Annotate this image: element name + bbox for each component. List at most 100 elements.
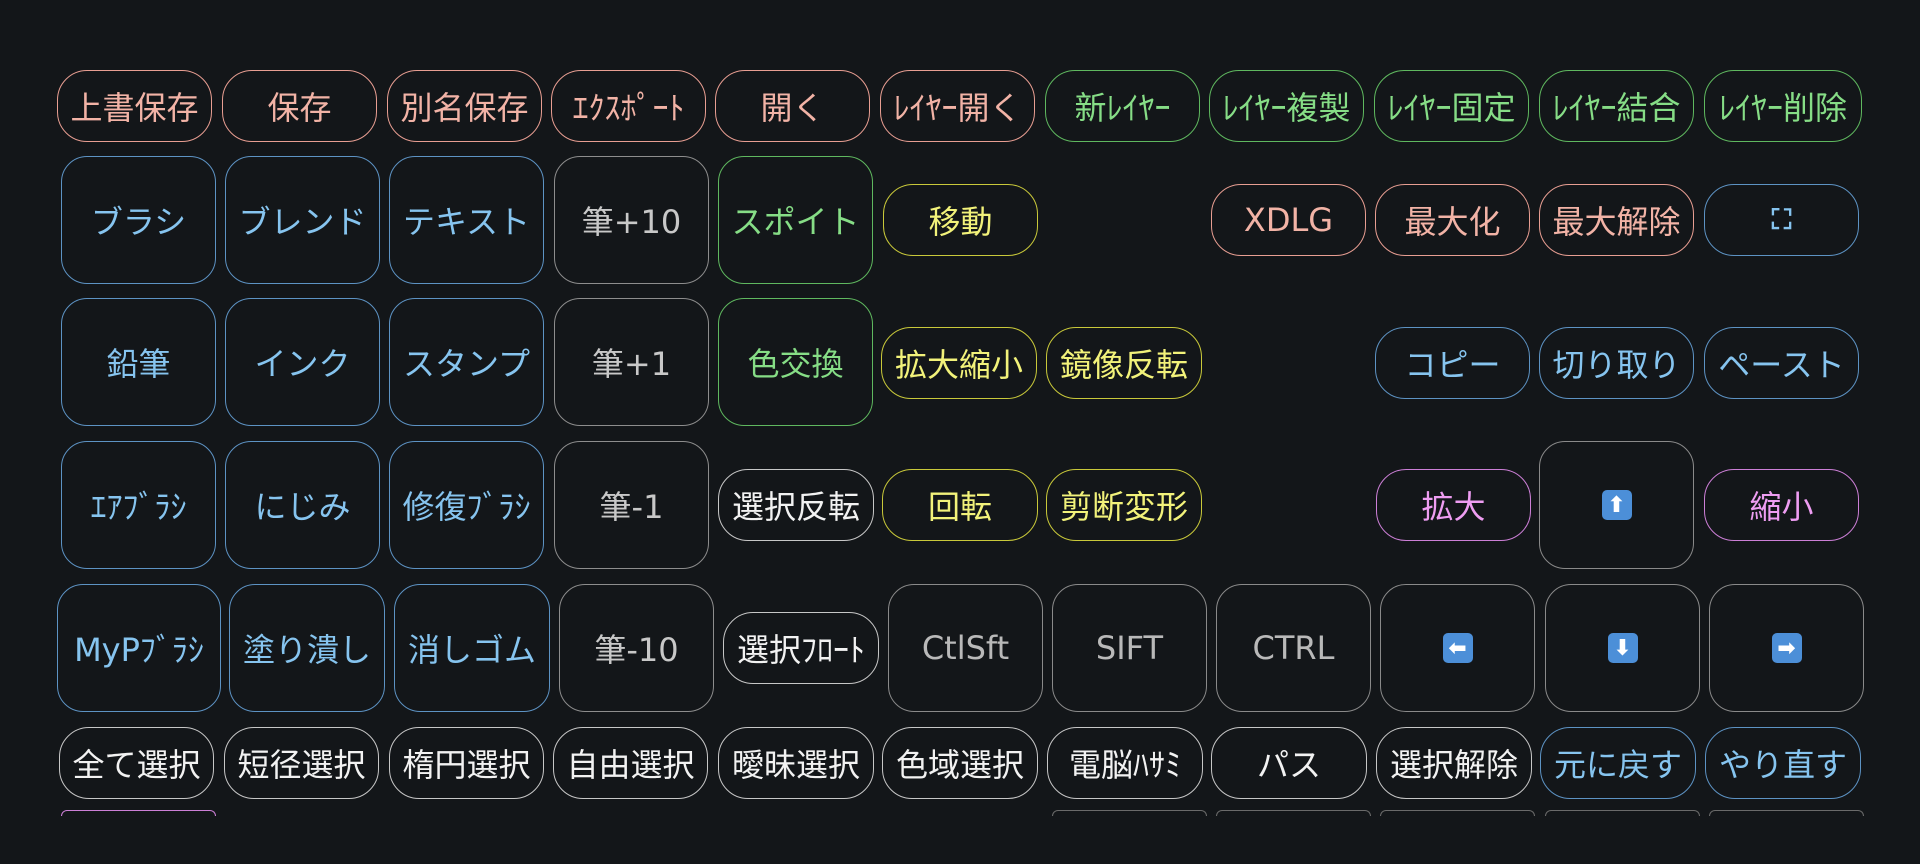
fullscreen-button[interactable]: ⛶ [1704,184,1859,256]
arrow-right-button[interactable]: ➡ [1709,584,1864,712]
stamp-button[interactable]: スタンプ [389,298,544,426]
delete-layer-button[interactable]: ﾚｲﾔｰ削除 [1704,70,1862,142]
shift-button[interactable]: SIFT [1052,584,1207,712]
rotate-button[interactable]: 回転 [882,469,1038,541]
airbrush-button[interactable]: ｴｱﾌﾞﾗｼ [61,441,216,569]
blur-button[interactable]: にじみ [225,441,380,569]
pencil-label: 鉛筆 [106,345,171,383]
ink-button[interactable]: インク [225,298,380,426]
open-layer-label: ﾚｲﾔｰ開く [893,89,1022,127]
color-select-label: 色域選択 [895,746,1024,784]
brush-plus-10-label: 筆+10 [581,203,682,241]
arrow-right-icon: ➡ [1771,633,1802,663]
float-selection-button[interactable]: 選択ﾌﾛｰﾄ [723,612,879,684]
paste-label: ペースト [1718,346,1845,384]
fill-label: 塗り潰し [242,631,371,669]
fuzzy-select-label: 曖昧選択 [731,746,860,784]
lock-layer-button[interactable]: ﾚｲﾔｰ固定 [1374,70,1529,142]
maximize-button[interactable]: 最大化 [1375,184,1530,256]
merge-layer-button[interactable]: ﾚｲﾔｰ結合 [1539,70,1694,142]
healing-brush-button[interactable]: 修復ﾌﾞﾗｼ [389,441,544,569]
ctrl-shift-button[interactable]: CtlSft [888,584,1043,712]
new-layer-button[interactable]: 新ﾚｲﾔｰ [1045,70,1200,142]
clipped-row-key[interactable] [1380,810,1535,816]
invert-selection-label: 選択反転 [731,488,860,526]
rect-select-button[interactable]: 短径選択 [224,727,379,799]
arrow-up-button[interactable]: ⬆ [1539,441,1694,569]
deselect-label: 選択解除 [1389,746,1518,784]
overwrite-save-button[interactable]: 上書保存 [57,70,212,142]
eraser-button[interactable]: 消しゴム [394,584,550,712]
mirror-label: 鏡像反転 [1059,346,1188,384]
new-layer-label: 新ﾚｲﾔｰ [1074,89,1171,127]
brush-plus-1-button[interactable]: 筆+1 [554,298,709,426]
open-layer-button[interactable]: ﾚｲﾔｰ開く [880,70,1035,142]
invert-selection-button[interactable]: 選択反転 [718,469,874,541]
copy-button[interactable]: コピー [1375,327,1530,399]
move-button[interactable]: 移動 [883,184,1038,256]
zoom-in-button[interactable]: 拡大 [1376,469,1531,541]
save-as-button[interactable]: 別名保存 [387,70,542,142]
save-label: 保存 [267,89,332,127]
color-select-button[interactable]: 色域選択 [882,727,1038,799]
brush-plus-10-button[interactable]: 筆+10 [554,156,709,284]
blend-label: ブレンド [238,203,367,241]
brush-button[interactable]: ブラシ [61,156,216,284]
overwrite-save-label: 上書保存 [70,89,199,127]
my-brush-button[interactable]: MyPﾌﾞﾗｼ [57,584,221,712]
xdlg-button[interactable]: XDLG [1211,184,1366,256]
free-select-button[interactable]: 自由選択 [553,727,708,799]
maximize-label: 最大化 [1404,203,1501,241]
mirror-button[interactable]: 鏡像反転 [1046,327,1202,399]
scale-button[interactable]: 拡大縮小 [881,327,1037,399]
blend-button[interactable]: ブレンド [225,156,380,284]
clipped-row-key[interactable] [1052,810,1207,816]
select-all-button[interactable]: 全て選択 [59,727,214,799]
pencil-button[interactable]: 鉛筆 [61,298,216,426]
shortcut-keypad: 上書保存 保存 別名保存 ｴｸｽﾎﾟｰﾄ 開く ﾚｲﾔｰ開く 新ﾚｲﾔｰ ﾚｲﾔｰ複製 ﾚｲﾔｰ… [0,0,1920,864]
text-button[interactable]: テキスト [389,156,544,284]
arrow-left-button[interactable]: ⬅ [1380,584,1535,712]
open-button[interactable]: 開く [715,70,870,142]
clipped-row-key[interactable] [1216,810,1371,816]
scale-label: 拡大縮小 [894,346,1023,384]
clipped-row-key[interactable] [1545,810,1700,816]
color-swap-label: 色交換 [747,345,844,383]
merge-layer-label: ﾚｲﾔｰ結合 [1552,89,1681,127]
unmaximize-button[interactable]: 最大解除 [1539,184,1694,256]
fuzzy-select-button[interactable]: 曖昧選択 [718,727,874,799]
copy-label: コピー [1404,346,1501,384]
text-label: テキスト [402,203,531,241]
brush-minus-1-label: 筆-1 [599,488,664,526]
clipped-row-key[interactable] [1709,810,1864,816]
arrow-down-icon: ⬇ [1607,633,1638,663]
deselect-button[interactable]: 選択解除 [1376,727,1532,799]
path-button[interactable]: パス [1211,727,1367,799]
cut-button[interactable]: 切り取り [1539,327,1694,399]
fill-button[interactable]: 塗り潰し [229,584,385,712]
ink-label: インク [254,345,351,383]
export-button[interactable]: ｴｸｽﾎﾟｰﾄ [551,70,706,142]
ctrl-button[interactable]: CTRL [1216,584,1371,712]
zoom-out-button[interactable]: 縮小 [1704,469,1859,541]
duplicate-layer-button[interactable]: ﾚｲﾔｰ複製 [1209,70,1364,142]
ctrl-label: CTRL [1252,629,1335,667]
save-button[interactable]: 保存 [222,70,377,142]
brush-minus-1-button[interactable]: 筆-1 [554,441,709,569]
intelligent-scissors-button[interactable]: 電脳ﾊｻﾐ [1047,727,1203,799]
float-selection-label: 選択ﾌﾛｰﾄ [736,631,865,669]
redo-button[interactable]: やり直す [1705,727,1861,799]
clipped-row-key[interactable] [61,810,216,816]
eyedropper-button[interactable]: スポイト [718,156,873,284]
color-swap-button[interactable]: 色交換 [718,298,873,426]
brush-minus-10-button[interactable]: 筆-10 [559,584,714,712]
arrow-down-button[interactable]: ⬇ [1545,584,1700,712]
shift-label: SIFT [1095,629,1164,667]
undo-button[interactable]: 元に戻す [1540,727,1696,799]
ellipse-select-button[interactable]: 楕円選択 [389,727,544,799]
paste-button[interactable]: ペースト [1704,327,1859,399]
shear-button[interactable]: 剪断変形 [1046,469,1202,541]
arrow-left-icon: ⬅ [1442,633,1473,663]
open-label: 開く [760,89,825,127]
rotate-label: 回転 [927,488,992,526]
